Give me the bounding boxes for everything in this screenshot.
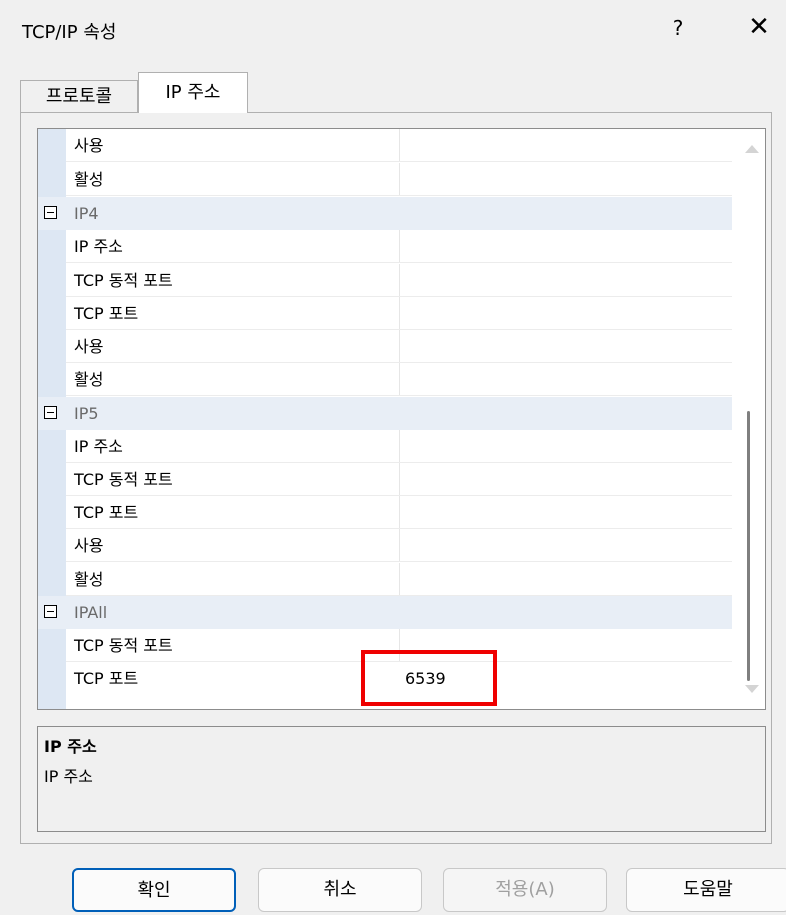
property-name: TCP 동적 포트 bbox=[74, 636, 173, 655]
grid-row[interactable]: IP 주소 bbox=[38, 230, 732, 263]
grid-row[interactable]: 활성 bbox=[38, 163, 732, 196]
collapse-icon[interactable] bbox=[44, 406, 57, 419]
property-name: TCP 포트 bbox=[74, 503, 139, 522]
property-name: 사용 bbox=[74, 536, 104, 555]
help-button[interactable]: 도움말 bbox=[626, 868, 786, 912]
column-divider bbox=[399, 430, 400, 463]
column-divider bbox=[399, 297, 400, 330]
grid-category[interactable]: IPAll bbox=[38, 596, 732, 629]
grid-category[interactable]: IP5 bbox=[38, 397, 732, 430]
property-name: 활성 bbox=[74, 170, 104, 189]
grid-category[interactable]: IP4 bbox=[38, 197, 732, 230]
column-divider bbox=[399, 563, 400, 596]
grid-row[interactable]: TCP 포트 bbox=[38, 496, 732, 529]
property-grid[interactable]: 사용 활성 IP4 IP 주소 TCP 동적 포트 TCP 포트 사용 활성 I… bbox=[37, 128, 766, 710]
category-name: IP5 bbox=[74, 404, 99, 423]
category-name: IP4 bbox=[74, 204, 99, 223]
grid-row[interactable]: TCP 포트 bbox=[38, 297, 732, 330]
property-name: TCP 포트 bbox=[74, 669, 139, 688]
grid-row[interactable]: TCP 동적 포트 bbox=[38, 463, 732, 496]
property-name: 사용 bbox=[74, 337, 104, 356]
description-text: IP 주소 bbox=[44, 767, 93, 786]
column-divider bbox=[399, 363, 400, 396]
scroll-up-icon[interactable] bbox=[745, 145, 759, 153]
grid-row[interactable]: IP 주소 bbox=[38, 430, 732, 463]
scroll-down-icon[interactable] bbox=[745, 685, 759, 693]
collapse-icon[interactable] bbox=[44, 605, 57, 618]
cancel-button[interactable]: 취소 bbox=[258, 868, 422, 912]
property-name: 활성 bbox=[74, 570, 104, 589]
property-name: TCP 동적 포트 bbox=[74, 470, 173, 489]
collapse-icon[interactable] bbox=[44, 206, 57, 219]
grid-row[interactable]: 사용 bbox=[38, 129, 732, 162]
grid-row[interactable]: TCP 동적 포트 bbox=[38, 264, 732, 297]
property-name: TCP 포트 bbox=[74, 304, 139, 323]
row-divider bbox=[66, 395, 732, 396]
tab-protocol[interactable]: 프로토콜 bbox=[20, 80, 138, 113]
row-divider bbox=[66, 195, 732, 196]
row-divider bbox=[66, 262, 732, 263]
column-divider bbox=[399, 264, 400, 297]
title-bar: TCP/IP 속성 ? ✕ bbox=[0, 0, 786, 60]
property-name: TCP 동적 포트 bbox=[74, 271, 173, 290]
help-icon[interactable]: ? bbox=[668, 16, 688, 40]
property-name: IP 주소 bbox=[74, 437, 123, 456]
close-icon[interactable]: ✕ bbox=[744, 12, 774, 42]
column-divider bbox=[399, 230, 400, 263]
description-title: IP 주소 bbox=[44, 737, 97, 756]
property-name: 사용 bbox=[74, 136, 104, 155]
description-pane: IP 주소 IP 주소 bbox=[37, 726, 766, 832]
category-name: IPAll bbox=[74, 603, 108, 622]
column-divider bbox=[399, 163, 400, 196]
column-divider bbox=[399, 129, 400, 162]
grid-row[interactable]: 활성 bbox=[38, 363, 732, 396]
column-divider bbox=[399, 330, 400, 363]
property-name: 활성 bbox=[74, 370, 104, 389]
apply-button[interactable]: 적용(A) bbox=[443, 868, 607, 912]
row-divider bbox=[66, 561, 732, 562]
scroll-thumb[interactable] bbox=[747, 411, 750, 681]
row-divider bbox=[66, 161, 732, 162]
column-divider bbox=[399, 496, 400, 529]
column-divider bbox=[399, 529, 400, 562]
grid-row[interactable]: 사용 bbox=[38, 529, 732, 562]
column-divider bbox=[399, 463, 400, 496]
window-title: TCP/IP 속성 bbox=[22, 22, 117, 43]
annotation-highlight-box bbox=[361, 650, 497, 706]
grid-row[interactable]: 사용 bbox=[38, 330, 732, 363]
grid-row[interactable]: 활성 bbox=[38, 563, 732, 596]
ok-button[interactable]: 확인 bbox=[72, 868, 236, 912]
vertical-scrollbar[interactable] bbox=[736, 129, 764, 709]
property-name: IP 주소 bbox=[74, 237, 123, 256]
tab-ip-address[interactable]: IP 주소 bbox=[138, 72, 248, 113]
